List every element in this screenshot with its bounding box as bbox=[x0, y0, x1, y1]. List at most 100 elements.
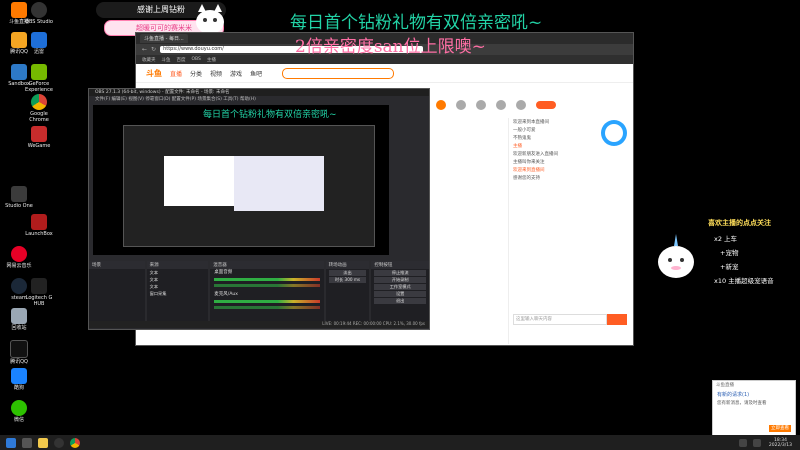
stop-streaming-button[interactable]: 停止推流 bbox=[374, 270, 426, 276]
desktop-icon-wechat[interactable]: 微信 bbox=[2, 400, 36, 423]
settings-button[interactable]: 设置 bbox=[374, 291, 426, 297]
chrome-taskbar-icon[interactable] bbox=[70, 437, 80, 448]
taskbar: 18:34 2022/3/13 bbox=[0, 435, 800, 450]
source-item[interactable]: 窗口采集 bbox=[150, 291, 206, 297]
obs-menu-item[interactable]: 工具(T) bbox=[223, 97, 238, 102]
transition-duration[interactable]: 时长 300 ms bbox=[328, 277, 367, 283]
download-icon[interactable] bbox=[516, 100, 526, 110]
start-live-button[interactable] bbox=[536, 101, 556, 109]
obs-preview-marquee: 每日首个钻粉礼物有双倍亲密吼~ bbox=[203, 110, 337, 120]
source-item[interactable]: 文本 bbox=[150, 284, 206, 290]
toast-heading: 有新的请求(1) bbox=[717, 392, 750, 398]
desktop-icon-chrome[interactable]: Google Chrome bbox=[22, 94, 56, 123]
nav-item-live[interactable]: 直播 bbox=[170, 69, 182, 78]
obs-preview[interactable]: 每日首个钻粉礼物有双倍亲密吼~ bbox=[93, 105, 389, 255]
kugou-app-icon bbox=[11, 368, 27, 384]
task-icon[interactable] bbox=[496, 100, 506, 110]
taskbar-clock[interactable]: 18:34 2022/3/13 bbox=[769, 438, 792, 448]
xunlei-app-icon bbox=[31, 32, 47, 48]
chat-row: 欢迎新朋友进入直播间 bbox=[513, 152, 558, 157]
obs-menu-item[interactable]: 停靠窗口(D) bbox=[145, 97, 170, 102]
history-icon[interactable] bbox=[476, 100, 486, 110]
obs-window: OBS 27.1.3 (64-bit, windows) - 配置文件: 未命名… bbox=[88, 88, 430, 330]
chat-input[interactable]: 这里输入聊天内容 bbox=[513, 314, 607, 325]
obs-app-icon bbox=[31, 2, 47, 18]
obs-menu-bar: 文件(F) 编辑(E) 视图(V) 停靠窗口(D) 配置文件(P) 场景集合(S… bbox=[89, 96, 429, 103]
nested-site-thumbnail bbox=[234, 156, 324, 211]
chrome-app-icon bbox=[31, 94, 47, 110]
mixer-track-label: 麦克风/Aux bbox=[214, 292, 238, 297]
source-item[interactable]: 文本 bbox=[150, 277, 206, 283]
qq-penguin-icon bbox=[10, 340, 28, 358]
obs-taskbar-icon[interactable] bbox=[54, 437, 64, 448]
tray-network-icon[interactable] bbox=[738, 438, 747, 447]
recycle-bin-icon bbox=[11, 308, 27, 324]
room-icon[interactable] bbox=[436, 100, 446, 110]
desktop-icon-wegame[interactable]: WeGame bbox=[22, 126, 56, 149]
wechat-app-icon bbox=[11, 400, 27, 416]
netease-music-app-icon bbox=[11, 246, 27, 262]
start-recording-button[interactable]: 开始录制 bbox=[374, 277, 426, 283]
bookmark-item[interactable]: OBS bbox=[192, 57, 201, 62]
desktop-icon-qq-2[interactable]: 腾讯QQ bbox=[2, 340, 36, 365]
tray-volume-icon[interactable] bbox=[752, 438, 761, 447]
obs-menu-item[interactable]: 编辑(E) bbox=[112, 97, 127, 102]
studio-mode-button[interactable]: 工作室模式 bbox=[374, 284, 426, 290]
toast-body: 您有新消息，请及时查看 bbox=[717, 401, 767, 406]
nav-item-category[interactable]: 分类 bbox=[190, 69, 202, 78]
obs-menu-item[interactable]: 场景集合(S) bbox=[197, 97, 221, 102]
follow-overlay: 喜欢主播的点点关注 x2 上车 +宠物 +新宠 x10 主播超级宠语音 bbox=[650, 218, 800, 290]
bookmark-item[interactable]: 主播 bbox=[207, 57, 216, 63]
audio-fader[interactable] bbox=[214, 306, 320, 309]
browser-tab[interactable]: 斗鱼直播 - 每日... bbox=[140, 34, 188, 43]
nav-item-yuba[interactable]: 鱼吧 bbox=[250, 69, 262, 78]
back-icon[interactable]: ← bbox=[142, 46, 147, 53]
site-search-input[interactable] bbox=[282, 67, 395, 79]
desktop-icon-launchbox[interactable]: LaunchBox bbox=[22, 214, 56, 237]
desktop-icon-studio-one[interactable]: Studio One bbox=[2, 186, 36, 209]
task-view-icon[interactable] bbox=[22, 437, 32, 448]
bookmark-item[interactable]: 斗鱼 bbox=[162, 57, 171, 63]
cat-mascot-icon bbox=[190, 2, 230, 36]
file-explorer-icon[interactable] bbox=[38, 437, 48, 448]
desktop-icon-xunlei[interactable]: 迅雷 bbox=[22, 32, 56, 55]
obs-menu-item[interactable]: 文件(F) bbox=[95, 97, 110, 102]
start-windows-icon[interactable] bbox=[6, 437, 16, 448]
mixer-track-label: 桌面音频 bbox=[214, 270, 233, 275]
toast-app-name: 斗鱼直播 bbox=[716, 383, 734, 388]
site-toolbar-icons bbox=[436, 93, 626, 117]
obs-menu-item[interactable]: 帮助(H) bbox=[240, 97, 256, 102]
mixer-dock: 混音器 桌面音频 麦克风/Aux bbox=[210, 261, 324, 325]
douyu-logo[interactable]: 斗鱼 bbox=[146, 68, 162, 79]
launchbox-app-icon bbox=[31, 214, 47, 230]
audio-fader[interactable] bbox=[214, 284, 320, 287]
obs-menu-item[interactable]: 配置文件(P) bbox=[172, 97, 196, 102]
exit-button[interactable]: 退出 bbox=[374, 298, 426, 304]
desktop-icon-kugou[interactable]: 酷狗 bbox=[2, 368, 36, 391]
chat-row: 主播叫你来关注 bbox=[513, 160, 545, 165]
chat-row: 欢迎来到直播间 bbox=[513, 168, 545, 173]
bookmark-item[interactable]: 收藏夹 bbox=[142, 57, 156, 63]
refresh-icon[interactable]: ↻ bbox=[151, 46, 156, 53]
source-item[interactable]: 文本 bbox=[150, 270, 206, 276]
ghub-app-icon bbox=[31, 278, 47, 294]
desktop-icon-geforce[interactable]: GeForce Experience bbox=[22, 64, 56, 93]
obs-menu-item[interactable]: 视图(V) bbox=[128, 97, 144, 102]
toast-notification: 斗鱼直播 有新的请求(1) 您有新消息，请及时查看 立即查看 bbox=[712, 380, 796, 437]
desktop-icon-netease-music[interactable]: 网易云音乐 bbox=[2, 246, 36, 269]
follow-icon[interactable] bbox=[456, 100, 466, 110]
desktop-icon-recycle-bin[interactable]: 回收站 bbox=[2, 308, 36, 331]
transition-select[interactable]: 淡出 bbox=[328, 270, 367, 276]
obs-dock: 场景 来源 文本 文本 文本 窗口采集 混音器 桌面音频 麦克风/Aux 转场动… bbox=[89, 261, 429, 329]
toast-view-button[interactable]: 立即查看 bbox=[769, 425, 791, 432]
bookmark-item[interactable]: 百度 bbox=[177, 57, 186, 63]
desktop-icon-ghub[interactable]: Logitech G HUB bbox=[22, 278, 56, 307]
transitions-dock: 转场动画 淡出 时长 300 ms bbox=[325, 261, 370, 325]
scenes-dock: 场景 bbox=[89, 261, 145, 325]
studio-one-app-icon bbox=[11, 186, 27, 202]
send-button[interactable] bbox=[607, 314, 627, 325]
desktop-icon-obs[interactable]: OBS Studio bbox=[22, 2, 56, 25]
nav-item-game[interactable]: 游戏 bbox=[230, 69, 242, 78]
marquee-text-1: 每日首个钻粉礼物有双倍亲密吼~ bbox=[290, 13, 543, 33]
nav-item-video[interactable]: 视频 bbox=[210, 69, 222, 78]
